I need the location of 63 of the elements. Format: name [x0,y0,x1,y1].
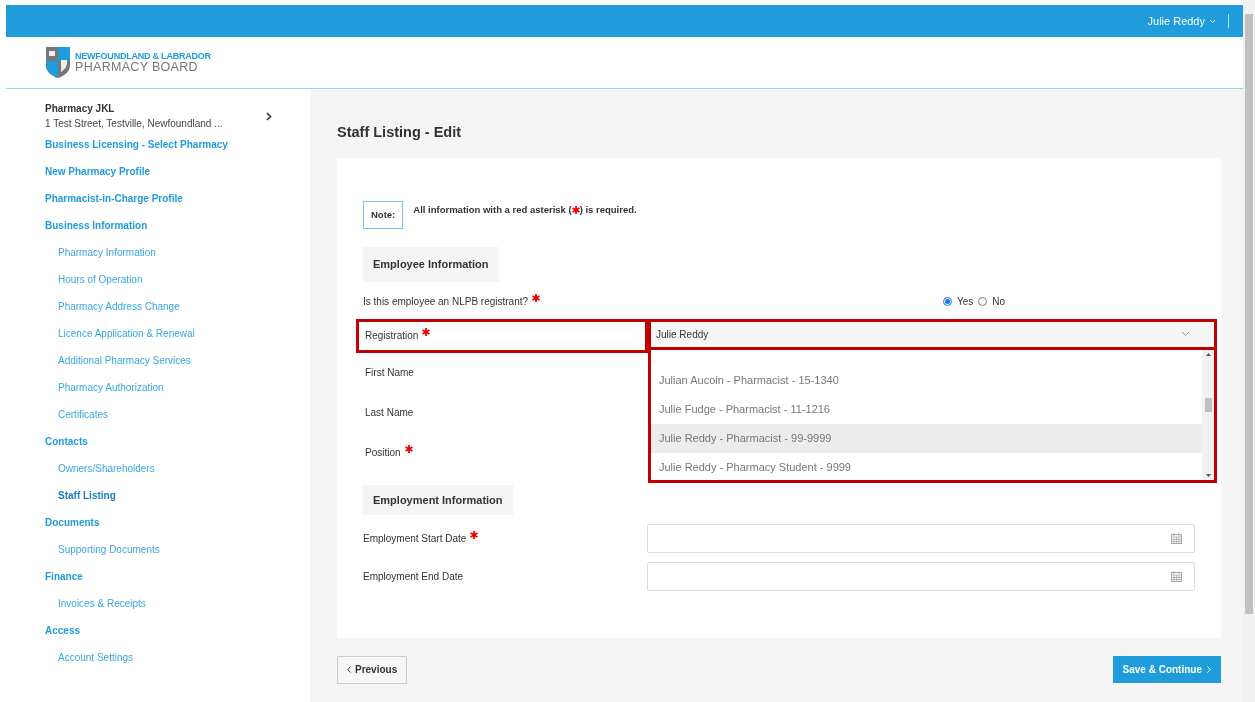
date-field[interactable] [647,562,1195,591]
sidebar-link[interactable]: Invoices & Receipts [45,590,310,617]
sidebar-link[interactable]: Account Settings [45,644,310,671]
sidebar-link[interactable]: Certificates [45,401,310,428]
sidebar-link[interactable]: Business Information [45,212,310,239]
save-continue-button[interactable]: Save & Continue [1112,656,1221,684]
registration-field[interactable]: Julie Reddy [651,321,1214,350]
chevron-right-icon[interactable] [266,111,272,121]
sidebar-link[interactable]: Additional Pharmacy Services [45,347,310,374]
sidebar-link[interactable]: Staff Listing [45,482,310,509]
previous-button[interactable]: Previous [337,655,408,684]
field-label: Position [365,445,413,460]
sidebar-link[interactable]: Finance [45,563,310,590]
chevron-right-icon [1207,666,1211,674]
sidebar-link[interactable]: Business Licensing - Select Pharmacy [45,131,310,158]
scroll-down-icon[interactable] [1205,473,1211,477]
calendar-icon[interactable] [1171,571,1182,582]
sidebar-link[interactable]: Licence Application & Renewal [45,320,310,347]
page-scrollbar[interactable] [1243,0,1255,702]
pharmacy-name: Pharmacy JKL [45,102,116,116]
sidebar-link[interactable]: Access [45,617,310,644]
radio-option[interactable]: Yes [942,294,974,309]
field-label: Employment Start Date [363,531,647,546]
scrollbar-thumb[interactable] [1204,397,1212,412]
field-label: First Name [365,366,414,380]
sidebar-link[interactable]: Pharmacy Address Change [45,293,310,320]
sidebar-link[interactable]: New Pharmacy Profile [45,158,310,185]
chevron-left-icon [347,666,351,674]
shield-logo-icon [45,46,71,79]
note-text: ) is required. [579,202,637,217]
note-text: All information with a red asterisk ( [413,202,572,217]
scroll-up-icon[interactable] [1205,352,1211,356]
dropdown-option[interactable]: Julie Fudge - Pharmacist - 11-1216 [651,394,1202,424]
sidebar-link[interactable]: Pharmacy Information [45,239,310,266]
dropdown-option[interactable]: Julie Reddy - Pharmacist - 99-9999 [651,423,1202,453]
radio-option[interactable]: No [978,294,1005,309]
field-label: Last Name [365,406,414,420]
section-heading: Employee Information [363,247,499,282]
sidebar-link[interactable]: Supporting Documents [45,536,310,563]
note-label: Note: [363,200,404,229]
sidebar-link[interactable]: Pharmacist-in-Charge Profile [45,185,310,212]
sidebar-link[interactable]: Contacts [45,428,310,455]
field-label: Registration [365,328,431,343]
chevron-down-icon [1209,18,1216,24]
dropdown-option[interactable]: Julian Aucoin - Pharmacist - 15-1340 [651,365,1202,395]
field-label: Is this employee an NLPB registrant? [363,294,541,309]
sidebar-link[interactable]: Owners/Shareholders [45,455,310,482]
logo-subtitle: PHARMACY BOARD [75,60,199,74]
date-field[interactable] [647,524,1195,553]
page-title: Staff Listing - Edit [337,123,463,142]
scrollbar[interactable] [1202,349,1214,480]
sidebar-link[interactable]: Hours of Operation [45,266,310,293]
field-label: Employment End Date [363,570,465,584]
chevron-down-icon [1181,331,1190,337]
pharmacy-address: 1 Test Street, Testville, Newfoundland ... [45,117,223,131]
sidebar-link[interactable]: Pharmacy Authorization [45,374,310,401]
calendar-icon[interactable] [1171,533,1182,544]
dropdown-option[interactable]: Julie Reddy - Pharmacy Student - 9999 [651,452,1202,480]
user-menu[interactable]: Julie Reddy [1147,12,1216,30]
logo-title: NEWFOUNDLAND & LABRADOR [75,51,211,61]
required-asterisk-icon [571,205,580,214]
section-heading: Employment Information [363,484,513,515]
sidebar-link[interactable]: Documents [45,509,310,536]
